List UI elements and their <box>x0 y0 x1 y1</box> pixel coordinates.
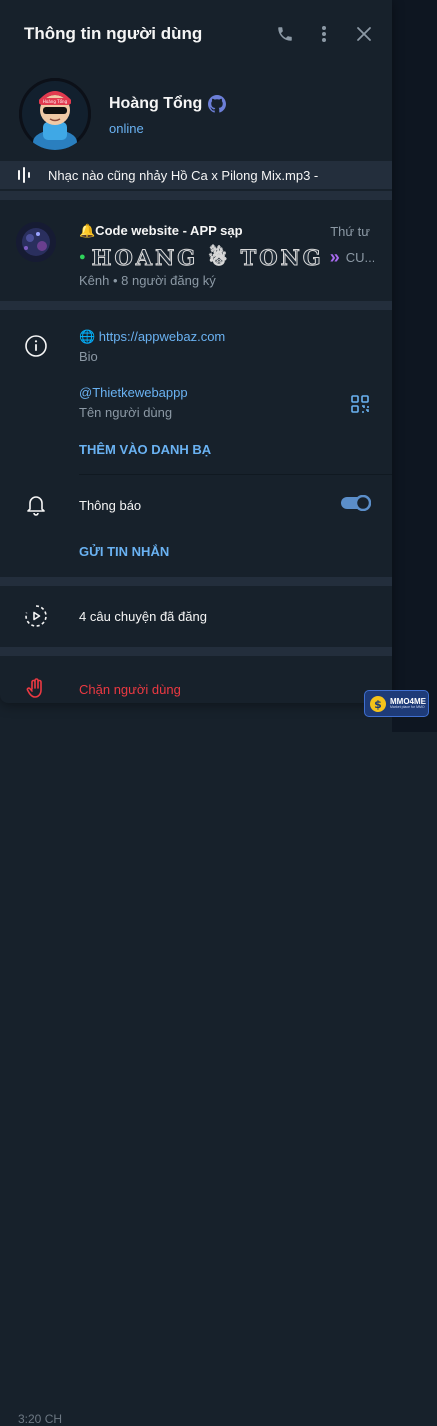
profile-status: online <box>109 121 144 136</box>
bio-label: Bio <box>79 349 98 364</box>
avatar[interactable]: Hoàng Tổng <box>19 78 91 150</box>
block-user-button[interactable]: Chặn người dùng <box>79 682 181 697</box>
channel-title: 🔔Code website - APP sạp <box>79 223 243 238</box>
user-info-panel: Thông tin người dùng Hoàng Tổng Hoàng Tổ… <box>0 0 392 703</box>
section-separator <box>0 577 392 586</box>
send-message-button[interactable]: GỬI TIN NHẮN <box>79 544 169 559</box>
section-separator <box>0 647 392 656</box>
block-hand-icon <box>23 676 49 702</box>
qr-code-icon[interactable] <box>347 391 373 417</box>
watermark-subtext: Market place for MMO <box>390 704 425 709</box>
music-track-title: Nhạc nào cũng nhảy Hồ Ca x Pilong Mix.mp… <box>48 168 319 183</box>
double-chevron-icon: » <box>329 246 340 267</box>
username-value[interactable]: @Thietkewebappp <box>79 385 188 400</box>
divider <box>79 474 392 475</box>
panel-title: Thông tin người dùng <box>24 24 203 43</box>
background-time-text: 3:20 CH <box>18 1412 63 1426</box>
notifications-label: Thông báo <box>79 498 142 513</box>
background-chat-area <box>392 0 437 732</box>
channel-date: Thứ tư <box>330 224 370 239</box>
profile-name: Hoàng Tổng <box>109 95 203 112</box>
close-icon[interactable] <box>352 22 376 46</box>
dollar-icon: $ <box>370 695 386 712</box>
audio-wave-icon <box>18 167 30 183</box>
channel-avatar <box>16 222 56 262</box>
profile-section: Hoàng Tổng Hoàng Tổng online <box>0 68 392 160</box>
stories-count[interactable]: 4 câu chuyện đã đăng <box>79 609 207 624</box>
add-contact-button[interactable]: THÊM VÀO DANH BẠ <box>79 442 211 457</box>
notifications-toggle[interactable] <box>341 494 372 512</box>
background-message-strip: 3:20 CH <box>0 700 392 1426</box>
stories-icon <box>23 603 49 629</box>
bio-link[interactable]: 🌐 https://appwebaz.com <box>79 329 225 345</box>
more-vertical-icon[interactable] <box>312 22 336 46</box>
channel-subtitle: Kênh • 8 người đăng ký <box>79 273 216 288</box>
svg-text:$: $ <box>374 698 382 711</box>
online-dot: ● <box>79 251 86 263</box>
profile-name-row: Hoàng Tổng <box>109 95 227 113</box>
section-separator <box>0 301 392 310</box>
username-label: Tên người dùng <box>79 405 173 420</box>
channel-preview: ● HOANG ☃ TONG » CU... <box>79 244 374 270</box>
personal-channel[interactable]: 🔔Code website - APP sạp Thứ tư ● HOANG ☃… <box>0 200 392 300</box>
bell-icon <box>23 492 49 518</box>
phone-icon[interactable] <box>273 22 297 46</box>
section-separator <box>0 191 392 200</box>
music-bar[interactable]: Nhạc nào cũng nhảy Hồ Ca x Pilong Mix.mp… <box>0 161 392 189</box>
channel-preview-name: HOANG ☃ TONG <box>91 244 324 270</box>
github-icon <box>208 95 227 113</box>
channel-preview-tail: CU... <box>345 249 374 265</box>
panel-header: Thông tin người dùng <box>0 0 392 68</box>
watermark-logo: $ MMO4ME Market place for MMO <box>364 690 429 717</box>
info-icon <box>23 333 49 359</box>
svg-text:Hoàng Tổng: Hoàng Tổng <box>43 99 68 104</box>
